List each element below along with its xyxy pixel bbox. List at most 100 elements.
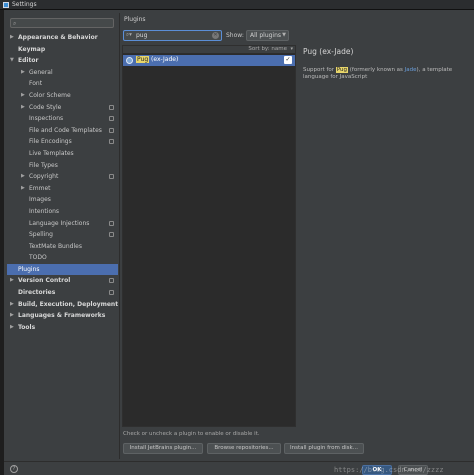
sidebar-item-label: Code Style: [29, 103, 62, 111]
show-filter-value: All plugins: [250, 32, 282, 39]
sidebar-item-label: Spelling: [29, 231, 53, 239]
sidebar-item-plugins[interactable]: Plugins: [7, 263, 118, 276]
sidebar-item-font[interactable]: Font: [7, 78, 118, 90]
plugin-search-input[interactable]: ⌕▾ pug ✕: [123, 30, 222, 41]
collapsed-arrow-icon[interactable]: ▶: [21, 67, 25, 79]
plugin-icon: [126, 57, 133, 64]
sidebar-item-label: File Encodings: [29, 138, 72, 146]
sidebar-item-todo[interactable]: TODO: [7, 252, 118, 264]
sidebar-item-editor[interactable]: ▼ Editor: [7, 55, 118, 67]
install-plugin-from-disk-button[interactable]: Install plugin from disk...: [284, 443, 364, 454]
collapsed-arrow-icon[interactable]: ▶: [21, 183, 25, 195]
sidebar-item-label: Intentions: [29, 207, 60, 215]
sidebar-item-label: Font: [29, 80, 43, 88]
plugin-description: Support for Pug (formerly known as Jade)…: [303, 67, 471, 81]
sidebar-item-appearance-behavior[interactable]: ▶ Appearance & Behavior: [7, 32, 118, 44]
plugin-name-rest: (ex-Jade): [149, 56, 179, 63]
page-title: Plugins: [124, 16, 146, 23]
show-label: Show:: [226, 32, 244, 39]
sidebar-item-label: Version Control: [18, 277, 71, 285]
project-scope-icon: [109, 278, 114, 284]
settings-sidebar: ⌕ ▶ Appearance & Behavior Keymap ▼ Editor ▶ Ge…: [7, 13, 118, 459]
clear-search-icon[interactable]: ✕: [212, 32, 219, 39]
sidebar-item-label: Appearance & Behavior: [18, 34, 98, 41]
sidebar-item-label: Editor: [18, 57, 39, 65]
sidebar-item-intentions[interactable]: Intentions: [7, 206, 118, 218]
sidebar-item-textmate-bundles[interactable]: TextMate Bundles: [7, 241, 118, 253]
sidebar-item-emmet[interactable]: ▶ Emmet: [7, 183, 118, 195]
sidebar-item-build-execution-deployment[interactable]: ▶ Build, Execution, Deployment: [7, 299, 118, 311]
sidebar-item-label: Directories: [18, 289, 56, 297]
plugin-list: Sort by: name ▾ Pug (ex-Jade) ✓: [122, 45, 296, 427]
desc-text: (formerly known as: [348, 67, 405, 73]
sidebar-item-label: Keymap: [18, 45, 46, 53]
collapsed-arrow-icon[interactable]: ▶: [21, 90, 25, 102]
project-scope-icon: [109, 116, 114, 122]
browse-repositories-button[interactable]: Browse repositories...: [207, 443, 281, 454]
sidebar-item-label: Plugins: [18, 265, 40, 273]
help-icon[interactable]: ?: [10, 465, 18, 473]
collapsed-arrow-icon[interactable]: ▶: [21, 102, 25, 114]
sidebar-item-label: TODO: [29, 254, 47, 262]
plugin-list-item[interactable]: Pug (ex-Jade) ✓: [123, 55, 295, 66]
plugin-details: Pug (ex-Jade) Support for Pug (formerly …: [299, 45, 473, 427]
sidebar-item-spelling[interactable]: Spelling: [7, 229, 118, 241]
desc-highlight: Pug: [335, 67, 349, 73]
plugin-detail-name: Pug (ex-Jade): [303, 47, 354, 56]
chevron-down-icon: ▾: [290, 46, 293, 52]
sidebar-item-label: Build, Execution, Deployment: [18, 300, 119, 308]
collapsed-arrow-icon[interactable]: ▶: [10, 322, 14, 334]
project-scope-icon: [109, 139, 114, 145]
search-highlight: Pug: [136, 56, 150, 63]
sidebar-item-label: General: [29, 68, 53, 76]
dialog-footer: ? OK Cancel https://blog.csdn.net/zzzz: [4, 461, 474, 475]
plugin-search-value: pug: [136, 32, 148, 39]
sidebar-item-label: Copyright: [29, 173, 59, 181]
sidebar-item-tools[interactable]: ▶ Tools: [7, 322, 118, 334]
settings-tree: ▶ Appearance & Behavior Keymap ▼ Editor ▶ Gene…: [7, 32, 118, 333]
sidebar-item-file-and-code-templates[interactable]: File and Code Templates: [7, 125, 118, 137]
sidebar-item-label: File and Code Templates: [29, 126, 102, 134]
sort-by-control[interactable]: Sort by: name ▾: [123, 46, 295, 54]
watermark: https://blog.csdn.net/zzzz: [334, 466, 444, 474]
install-jetbrains-plugin-button[interactable]: Install JetBrains plugin...: [123, 443, 203, 454]
project-scope-icon: [109, 290, 114, 296]
app-icon: [3, 1, 9, 8]
sidebar-item-code-style[interactable]: ▶ Code Style: [7, 102, 118, 114]
sidebar-item-copyright[interactable]: ▶ Copyright: [7, 171, 118, 183]
sidebar-item-file-encodings[interactable]: File Encodings: [7, 136, 118, 148]
plugins-panel: Plugins ⌕▾ pug ✕ Show: All plugins ▼ Sor…: [119, 13, 474, 459]
window-title: Settings: [12, 1, 37, 8]
sidebar-item-language-injections[interactable]: Language Injections: [7, 218, 118, 230]
sort-label: Sort by: name: [248, 46, 287, 52]
plugin-enabled-checkbox[interactable]: ✓: [284, 56, 292, 64]
plugin-name: Pug (ex-Jade): [136, 56, 178, 63]
sidebar-item-keymap[interactable]: Keymap: [7, 44, 118, 56]
collapsed-arrow-icon[interactable]: ▶: [21, 171, 25, 183]
project-scope-icon: [109, 127, 114, 133]
sidebar-item-label: File Types: [29, 161, 58, 169]
chevron-down-icon: ▼: [282, 32, 286, 38]
sidebar-item-label: Color Scheme: [29, 91, 71, 99]
collapsed-arrow-icon[interactable]: ▶: [10, 275, 14, 287]
show-filter-select[interactable]: All plugins ▼: [246, 30, 289, 41]
settings-search-input[interactable]: ⌕: [10, 18, 114, 28]
title-bar: Settings: [0, 0, 474, 10]
sidebar-item-label: TextMate Bundles: [29, 242, 82, 250]
sidebar-item-label: Emmet: [29, 184, 51, 192]
sidebar-item-directories[interactable]: Directories: [7, 287, 118, 299]
sidebar-item-version-control[interactable]: ▶ Version Control: [7, 275, 118, 287]
collapsed-arrow-icon[interactable]: ▶: [10, 310, 14, 322]
jade-link[interactable]: Jade: [405, 67, 417, 73]
sidebar-item-color-scheme[interactable]: ▶ Color Scheme: [7, 90, 118, 102]
sidebar-item-general[interactable]: ▶ General: [7, 67, 118, 79]
collapsed-arrow-icon[interactable]: ▶: [10, 299, 14, 311]
sidebar-item-inspections[interactable]: Inspections: [7, 113, 118, 125]
sidebar-item-languages-frameworks[interactable]: ▶ Languages & Frameworks: [7, 310, 118, 322]
collapsed-arrow-icon[interactable]: ▶: [10, 32, 14, 44]
sidebar-item-file-types[interactable]: File Types: [7, 160, 118, 172]
expanded-arrow-icon[interactable]: ▼: [10, 55, 14, 67]
sidebar-item-label: Languages & Frameworks: [18, 312, 106, 320]
sidebar-item-live-templates[interactable]: Live Templates: [7, 148, 118, 160]
sidebar-item-images[interactable]: Images: [7, 194, 118, 206]
